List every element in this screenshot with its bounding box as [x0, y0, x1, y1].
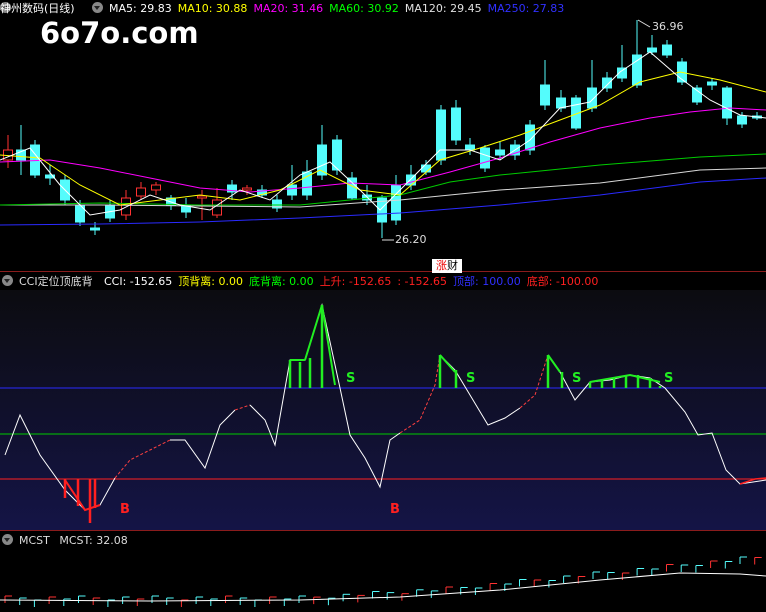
high-price-label: 36.96 — [652, 20, 684, 33]
badge-right: 财 — [447, 259, 458, 272]
chart-canvas: S S S S B B — [0, 19, 766, 607]
low-price-label: 26.20 — [395, 233, 427, 246]
cci-label-5: 顶部: 100.00 — [453, 275, 521, 288]
candle-body — [287, 184, 297, 196]
ma60-line — [0, 153, 766, 206]
candle-body — [421, 164, 431, 173]
candle-body — [136, 187, 146, 197]
candle-body — [722, 87, 732, 119]
candle-body — [525, 124, 535, 151]
buy-signal: B — [390, 502, 400, 517]
candle-body — [465, 144, 475, 151]
candle-body — [602, 77, 612, 89]
candle-body — [737, 115, 747, 125]
candle-body — [90, 227, 100, 231]
cci-label-1: 顶背离: 0.00 — [178, 275, 243, 288]
candle-body — [707, 81, 717, 86]
candle-body — [647, 47, 657, 53]
cci-collapse-icon[interactable] — [2, 275, 13, 286]
mcst-collapse-icon[interactable] — [2, 534, 13, 545]
candle-body — [495, 149, 505, 156]
sell-signal: S — [572, 371, 581, 386]
ma5-line — [0, 51, 766, 216]
candle-body — [151, 184, 161, 191]
candle-body — [556, 97, 566, 109]
mcst-name: MCST — [19, 534, 50, 547]
zhangcai-badge[interactable]: 涨财 — [432, 259, 462, 273]
buy-signal: B — [120, 502, 130, 517]
candle-body — [587, 87, 597, 109]
candle-body — [540, 84, 550, 106]
cci-label-2: 底背离: 0.00 — [248, 275, 314, 288]
candle-body — [197, 195, 207, 199]
cci-legend: CCI: -152.65 顶背离: 0.00 底背离: 0.00 上升: -152.6… — [104, 274, 604, 289]
sell-signal: S — [664, 371, 673, 386]
cci-background — [0, 290, 766, 530]
cci-label-3: 上升: -152.65 — [319, 275, 392, 288]
cci-label-6: 底部: -100.00 — [526, 275, 599, 288]
sell-signal: S — [346, 371, 355, 386]
ma20-line — [0, 107, 766, 193]
cci-label-0: CCI: -152.65 — [104, 275, 173, 288]
high-pointer — [637, 19, 651, 28]
ma10-line — [0, 71, 766, 206]
candle-body — [632, 54, 642, 86]
candle-body — [451, 107, 461, 141]
badge-left: 涨 — [436, 259, 447, 272]
cci-header: CCI定位顶底背 — [0, 274, 99, 289]
mcst-value: MCST: 32.08 — [59, 534, 128, 547]
cci-name: CCI定位顶底背 — [19, 275, 93, 288]
mcst-line — [0, 572, 766, 602]
sell-signal: S — [466, 371, 475, 386]
candle-body — [662, 44, 672, 56]
cci-label-4: : -152.65 — [397, 275, 448, 288]
mcst-header: MCST MCST: 32.08 — [0, 533, 134, 548]
ma120-line — [0, 167, 766, 208]
candle-body — [480, 147, 490, 169]
candle-body — [242, 187, 252, 191]
